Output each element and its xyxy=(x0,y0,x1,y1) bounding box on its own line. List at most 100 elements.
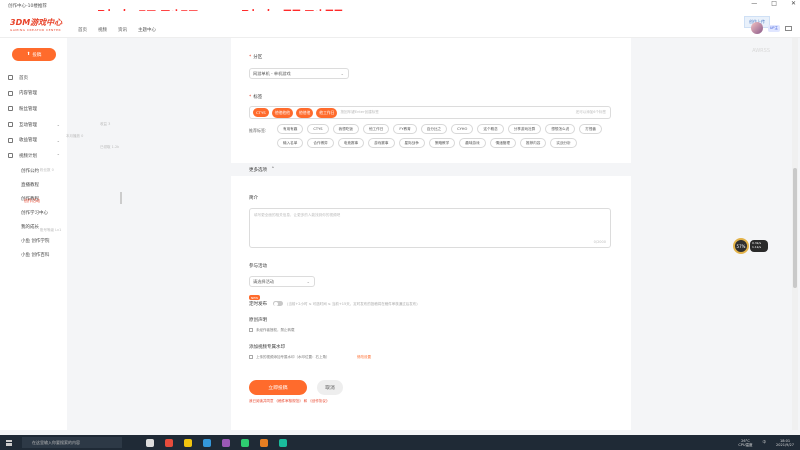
chat-app-icon[interactable] xyxy=(241,438,249,447)
submit-button[interactable]: 立即投稿 xyxy=(249,380,307,395)
watermark-checkbox[interactable] xyxy=(249,355,253,359)
sidebar-red-item[interactable]: 创作活动 xyxy=(24,198,40,204)
site-logo[interactable]: 3DM游戏中心 GAMING CREATOR CENTER xyxy=(10,17,68,32)
scroll-thumb[interactable] xyxy=(793,168,797,288)
sidebar-scroll-thumb[interactable] xyxy=(120,192,122,204)
site-header: 3DM游戏中心 GAMING CREATOR CENTER 首页 视频 资讯 主… xyxy=(0,11,800,38)
recommended-tag[interactable]: 电竞赛事 xyxy=(337,138,365,148)
activity-select[interactable]: 请选择活动 ⌄ xyxy=(249,276,315,287)
recommended-tag[interactable]: 这个概念 xyxy=(477,124,504,134)
sidebar: ⬆ 投稿 首页 内容管理 粉丝管理 互动管理 ⌄ 收益管理 ⌄ 视频计划 ⌃ 创作公约… xyxy=(0,38,67,430)
recommended-tag[interactable]: 趣味游戏 xyxy=(459,138,486,148)
sidebar-sub-convention[interactable]: 创作公约 xyxy=(8,164,66,178)
declare-checkbox[interactable] xyxy=(249,328,253,332)
recommended-tag[interactable]: 推荐内容 xyxy=(520,138,547,148)
sidebar-item-income[interactable]: 收益管理 ⌄ xyxy=(8,132,66,148)
agreement-notice[interactable]: 我已阅读并同意 《稿件审核规范》 和 《创作协议》 xyxy=(249,399,329,404)
sidebar-item-fans[interactable]: 粉丝管理 xyxy=(8,101,66,117)
sidebar-item-label: 首页 xyxy=(19,75,28,81)
game-icon[interactable] xyxy=(279,438,287,447)
intro-label: 简介 xyxy=(249,196,258,201)
nav-home[interactable]: 首页 xyxy=(78,27,87,33)
recommended-tag[interactable]: 分享游戏社群 xyxy=(507,124,542,134)
sidebar-item-interaction[interactable]: 互动管理 ⌄ xyxy=(8,117,66,133)
chevron-up-icon: ⌃ xyxy=(271,167,275,172)
upload-icon: ⬆ xyxy=(26,52,31,57)
obs-icon[interactable] xyxy=(260,438,268,447)
weather-widget[interactable]: 26°C CPU温度 xyxy=(738,439,752,447)
windows-start-icon[interactable] xyxy=(6,439,12,446)
intro-placeholder: 填写更全面的相关信息，让更多的人能找到你的视频吧 xyxy=(254,213,341,217)
recommended-tag[interactable]: 打怪兽 xyxy=(579,124,603,134)
chat-icon xyxy=(8,122,13,128)
sidebar-sub-learning[interactable]: 创作学习中心 xyxy=(8,206,66,220)
sidebar-item-label: 互动管理 xyxy=(19,122,37,128)
sidebar-item-plan[interactable]: 视频计划 ⌃ xyxy=(8,148,66,164)
recommended-tag[interactable]: 实战分析 xyxy=(550,138,577,148)
recommended-tag[interactable]: CTYS xyxy=(307,124,329,134)
recommended-tag[interactable]: 他工作日 xyxy=(362,124,390,134)
mail-icon[interactable] xyxy=(785,25,792,31)
store-icon[interactable] xyxy=(203,438,211,447)
browser-icon[interactable] xyxy=(165,438,173,447)
tag-chip[interactable]: 他工作日 xyxy=(316,107,338,118)
chevron-down-icon: ⌄ xyxy=(56,137,60,143)
sidebar-item-home[interactable]: 首页 xyxy=(8,70,66,86)
close-button[interactable]: ✕ xyxy=(791,0,796,7)
recommended-tag[interactable]: 游戏赛事 xyxy=(368,138,395,148)
tag-input[interactable]: CTYS 他他他他 他他他 他工作日 按回车键Enter创建标签 还可以添加6个… xyxy=(249,106,611,119)
task-view-icon[interactable] xyxy=(146,438,154,447)
sidebar-item-content[interactable]: 内容管理 xyxy=(8,86,66,102)
recommended-tag[interactable]: 输入名单 xyxy=(277,138,304,148)
sidebar-sub-academy[interactable]: 小鱼 创作学院 xyxy=(8,234,66,248)
recommended-tag[interactable]: 百分比之 xyxy=(420,124,448,134)
watermark-settings-link[interactable]: 修改设置 xyxy=(357,355,371,360)
home-icon xyxy=(8,75,13,81)
recommended-tag[interactable]: 合作博弈 xyxy=(307,138,334,148)
nav-topic[interactable]: 主题中心 xyxy=(138,27,156,33)
recommended-tags-label: 推荐标签: xyxy=(249,128,267,133)
nav-video[interactable]: 视频 xyxy=(98,27,107,33)
recommended-tag[interactable]: 情绪管理 xyxy=(489,138,516,148)
schedule-toggle[interactable] xyxy=(273,301,283,306)
network-speed-readout: 0.3k/s 1.1k/s xyxy=(750,240,768,252)
intro-char-count: 0/2000 xyxy=(593,240,606,244)
maximize-button[interactable]: □ xyxy=(771,0,777,7)
more-options-toggle[interactable]: 更多选项 ⌃ xyxy=(231,163,631,176)
sidebar-sub-live[interactable]: 直播教程 xyxy=(8,178,66,192)
avatar[interactable] xyxy=(750,22,763,34)
recommended-tag[interactable]: FY教育 xyxy=(393,124,417,134)
publish-button[interactable]: ⬆ 投稿 xyxy=(12,48,56,61)
cancel-button[interactable]: 取消 xyxy=(317,380,343,395)
sidebar-sub-wiki[interactable]: 小鱼 创作百科 xyxy=(8,248,66,262)
network-speed-gauge[interactable]: 57% xyxy=(733,238,749,254)
input-language[interactable]: 中 xyxy=(763,440,767,445)
folder-icon[interactable] xyxy=(184,438,192,447)
tag-chip[interactable]: 他他他 xyxy=(295,107,314,118)
tag-input-placeholder: 按回车键Enter创建标签 xyxy=(340,110,379,114)
stat-blurb: 账号等级 Lv1 xyxy=(40,228,62,232)
intro-textarea[interactable]: 填写更全面的相关信息，让更多的人能找到你的视频吧 0/2000 xyxy=(249,208,611,248)
recommended-tag[interactable]: CYHO xyxy=(451,124,474,134)
taskbar-search-input[interactable]: 在这里输入你要搜索的内容 xyxy=(22,437,122,448)
app-icon[interactable] xyxy=(222,438,230,447)
chevron-down-icon: ⌄ xyxy=(306,279,310,284)
recommended-tag[interactable]: 我想吃饭 xyxy=(332,124,359,134)
tag-count: 还可以添加6个标签 xyxy=(575,110,606,114)
stat-blurb: 已领取 1.2k xyxy=(100,145,120,149)
clock[interactable]: 18:01 2021/9/27 xyxy=(776,439,794,447)
category-select[interactable]: 网游单机 - 单机游戏 ⌄ xyxy=(249,68,349,79)
recommended-tag[interactable]: 策略教学 xyxy=(428,138,456,148)
watermark-option: 上传的视频添加专属水印（水印位置：右上角） xyxy=(256,355,330,359)
tag-chip[interactable]: CTYS xyxy=(253,108,269,117)
tag-chip[interactable]: 他他他他 xyxy=(271,107,293,118)
recommended-tag[interactable]: 想想怎么说 xyxy=(545,124,576,134)
minimize-button[interactable]: — xyxy=(751,0,757,7)
recommended-tag[interactable]: 有用有趣 xyxy=(277,124,304,134)
nav-news[interactable]: 资讯 xyxy=(118,27,127,33)
declare-label: 原创声明 xyxy=(249,318,267,323)
money-icon xyxy=(8,137,13,143)
recommended-tag[interactable]: 星际战争 xyxy=(398,138,425,148)
page-scrollbar[interactable] xyxy=(792,38,798,430)
content-icon xyxy=(8,90,13,96)
